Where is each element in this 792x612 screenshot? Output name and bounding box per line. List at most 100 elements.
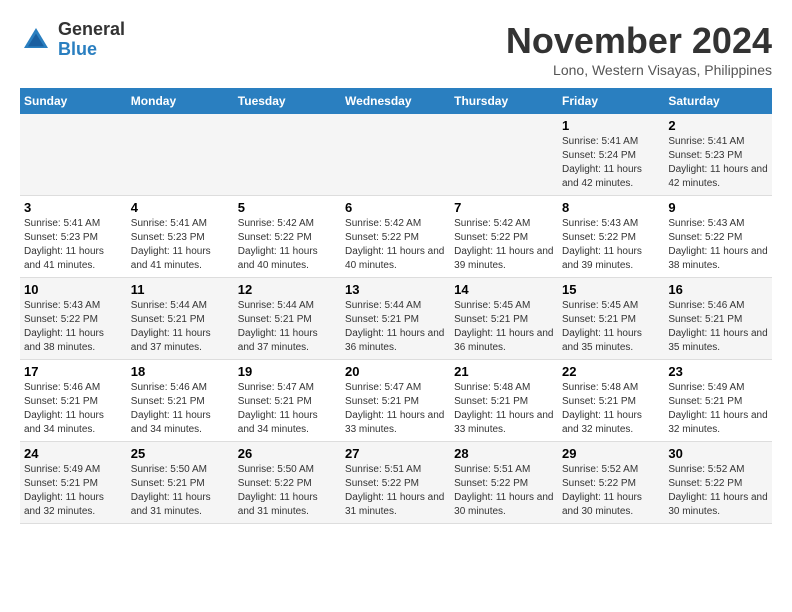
- day-cell: 22 Sunrise: 5:48 AM Sunset: 5:21 PM Dayli…: [558, 360, 664, 442]
- day-cell: [341, 114, 450, 196]
- day-cell: 24Sunrise: 5:49 AM Sunset: 5:21 PM Dayli…: [20, 442, 127, 524]
- day-number: 8: [562, 200, 660, 215]
- day-cell: 5 Sunrise: 5:42 AM Sunset: 5:22 PM Daylig…: [234, 196, 341, 278]
- week-row-2: 3Sunrise: 5:41 AM Sunset: 5:23 PM Daylig…: [20, 196, 772, 278]
- day-number: 10: [24, 282, 123, 297]
- header-day-sunday: Sunday: [20, 88, 127, 114]
- day-info: Sunrise: 5:51 AM Sunset: 5:22 PM Dayligh…: [454, 463, 554, 519]
- day-info: Sunrise: 5:41 AM Sunset: 5:24 PM Dayligh…: [562, 135, 660, 191]
- day-info: Sunrise: 5:42 AM Sunset: 5:22 PM Dayligh…: [238, 217, 337, 273]
- logo: General Blue: [20, 20, 125, 60]
- day-number: 5: [238, 200, 337, 215]
- logo-icon: [20, 24, 52, 56]
- day-cell: 13 Sunrise: 5:44 AM Sunset: 5:21 PM Dayli…: [341, 278, 450, 360]
- calendar-table: SundayMondayTuesdayWednesdayThursdayFrid…: [20, 88, 772, 524]
- day-cell: 7 Sunrise: 5:42 AM Sunset: 5:22 PM Daylig…: [450, 196, 558, 278]
- day-info: Sunrise: 5:44 AM Sunset: 5:21 PM Dayligh…: [131, 299, 230, 355]
- day-number: 24: [24, 446, 123, 461]
- day-info: Sunrise: 5:44 AM Sunset: 5:21 PM Dayligh…: [238, 299, 337, 355]
- day-number: 15: [562, 282, 660, 297]
- day-cell: 3Sunrise: 5:41 AM Sunset: 5:23 PM Daylig…: [20, 196, 127, 278]
- day-number: 16: [668, 282, 768, 297]
- day-cell: 28 Sunrise: 5:51 AM Sunset: 5:22 PM Dayli…: [450, 442, 558, 524]
- day-cell: 18 Sunrise: 5:46 AM Sunset: 5:21 PM Dayli…: [127, 360, 234, 442]
- day-cell: 19 Sunrise: 5:47 AM Sunset: 5:21 PM Dayli…: [234, 360, 341, 442]
- day-number: 18: [131, 364, 230, 379]
- day-cell: 4Sunrise: 5:41 AM Sunset: 5:23 PM Daylig…: [127, 196, 234, 278]
- week-row-1: 1 Sunrise: 5:41 AM Sunset: 5:24 PM Daylig…: [20, 114, 772, 196]
- day-info: Sunrise: 5:45 AM Sunset: 5:21 PM Dayligh…: [562, 299, 660, 355]
- day-number: 19: [238, 364, 337, 379]
- title-area: November 2024 Lono, Western Visayas, Phi…: [506, 20, 772, 78]
- day-cell: 14 Sunrise: 5:45 AM Sunset: 5:21 PM Dayli…: [450, 278, 558, 360]
- day-cell: 2 Sunrise: 5:41 AM Sunset: 5:23 PM Daylig…: [664, 114, 772, 196]
- day-number: 29: [562, 446, 660, 461]
- header-day-saturday: Saturday: [664, 88, 772, 114]
- day-info: Sunrise: 5:48 AM Sunset: 5:21 PM Dayligh…: [454, 381, 554, 437]
- day-number: 9: [668, 200, 768, 215]
- day-info: Sunrise: 5:42 AM Sunset: 5:22 PM Dayligh…: [454, 217, 554, 273]
- day-info: Sunrise: 5:41 AM Sunset: 5:23 PM Dayligh…: [668, 135, 768, 191]
- day-number: 28: [454, 446, 554, 461]
- header-day-wednesday: Wednesday: [341, 88, 450, 114]
- day-info: Sunrise: 5:48 AM Sunset: 5:21 PM Dayligh…: [562, 381, 660, 437]
- header-day-thursday: Thursday: [450, 88, 558, 114]
- calendar-header: SundayMondayTuesdayWednesdayThursdayFrid…: [20, 88, 772, 114]
- day-number: 30: [668, 446, 768, 461]
- day-cell: 15 Sunrise: 5:45 AM Sunset: 5:21 PM Dayli…: [558, 278, 664, 360]
- header-day-friday: Friday: [558, 88, 664, 114]
- day-info: Sunrise: 5:43 AM Sunset: 5:22 PM Dayligh…: [668, 217, 768, 273]
- day-info: Sunrise: 5:49 AM Sunset: 5:21 PM Dayligh…: [668, 381, 768, 437]
- week-row-3: 10 Sunrise: 5:43 AM Sunset: 5:22 PM Dayli…: [20, 278, 772, 360]
- day-info: Sunrise: 5:47 AM Sunset: 5:21 PM Dayligh…: [345, 381, 446, 437]
- week-row-4: 17 Sunrise: 5:46 AM Sunset: 5:21 PM Dayli…: [20, 360, 772, 442]
- day-cell: 23 Sunrise: 5:49 AM Sunset: 5:21 PM Dayli…: [664, 360, 772, 442]
- day-number: 2: [668, 118, 768, 133]
- day-cell: 9 Sunrise: 5:43 AM Sunset: 5:22 PM Daylig…: [664, 196, 772, 278]
- day-info: Sunrise: 5:50 AM Sunset: 5:21 PM Dayligh…: [131, 463, 230, 519]
- day-cell: 20 Sunrise: 5:47 AM Sunset: 5:21 PM Dayli…: [341, 360, 450, 442]
- day-info: Sunrise: 5:46 AM Sunset: 5:21 PM Dayligh…: [24, 381, 123, 437]
- day-info: Sunrise: 5:52 AM Sunset: 5:22 PM Dayligh…: [562, 463, 660, 519]
- logo-text: General Blue: [58, 20, 125, 60]
- day-info: Sunrise: 5:42 AM Sunset: 5:22 PM Dayligh…: [345, 217, 446, 273]
- week-row-5: 24Sunrise: 5:49 AM Sunset: 5:21 PM Dayli…: [20, 442, 772, 524]
- day-number: 7: [454, 200, 554, 215]
- day-info: Sunrise: 5:44 AM Sunset: 5:21 PM Dayligh…: [345, 299, 446, 355]
- day-cell: [450, 114, 558, 196]
- day-info: Sunrise: 5:46 AM Sunset: 5:21 PM Dayligh…: [131, 381, 230, 437]
- location: Lono, Western Visayas, Philippines: [506, 62, 772, 78]
- day-cell: 12 Sunrise: 5:44 AM Sunset: 5:21 PM Dayli…: [234, 278, 341, 360]
- day-number: 1: [562, 118, 660, 133]
- day-number: 26: [238, 446, 337, 461]
- header-day-monday: Monday: [127, 88, 234, 114]
- day-info: Sunrise: 5:47 AM Sunset: 5:21 PM Dayligh…: [238, 381, 337, 437]
- day-info: Sunrise: 5:52 AM Sunset: 5:22 PM Dayligh…: [668, 463, 768, 519]
- day-info: Sunrise: 5:43 AM Sunset: 5:22 PM Dayligh…: [562, 217, 660, 273]
- day-info: Sunrise: 5:45 AM Sunset: 5:21 PM Dayligh…: [454, 299, 554, 355]
- day-number: 12: [238, 282, 337, 297]
- day-number: 17: [24, 364, 123, 379]
- day-number: 20: [345, 364, 446, 379]
- day-cell: [20, 114, 127, 196]
- day-cell: 30 Sunrise: 5:52 AM Sunset: 5:22 PM Dayli…: [664, 442, 772, 524]
- day-cell: 8 Sunrise: 5:43 AM Sunset: 5:22 PM Daylig…: [558, 196, 664, 278]
- calendar-body: 1 Sunrise: 5:41 AM Sunset: 5:24 PM Daylig…: [20, 114, 772, 524]
- day-number: 13: [345, 282, 446, 297]
- month-title: November 2024: [506, 20, 772, 62]
- day-number: 23: [668, 364, 768, 379]
- day-number: 6: [345, 200, 446, 215]
- day-cell: 26 Sunrise: 5:50 AM Sunset: 5:22 PM Dayli…: [234, 442, 341, 524]
- day-cell: [234, 114, 341, 196]
- day-cell: 17 Sunrise: 5:46 AM Sunset: 5:21 PM Dayli…: [20, 360, 127, 442]
- day-info: Sunrise: 5:41 AM Sunset: 5:23 PM Dayligh…: [131, 217, 230, 273]
- header-day-tuesday: Tuesday: [234, 88, 341, 114]
- day-number: 14: [454, 282, 554, 297]
- header-row: SundayMondayTuesdayWednesdayThursdayFrid…: [20, 88, 772, 114]
- day-info: Sunrise: 5:43 AM Sunset: 5:22 PM Dayligh…: [24, 299, 123, 355]
- day-cell: [127, 114, 234, 196]
- day-cell: 29 Sunrise: 5:52 AM Sunset: 5:22 PM Dayli…: [558, 442, 664, 524]
- day-info: Sunrise: 5:50 AM Sunset: 5:22 PM Dayligh…: [238, 463, 337, 519]
- day-number: 22: [562, 364, 660, 379]
- day-info: Sunrise: 5:51 AM Sunset: 5:22 PM Dayligh…: [345, 463, 446, 519]
